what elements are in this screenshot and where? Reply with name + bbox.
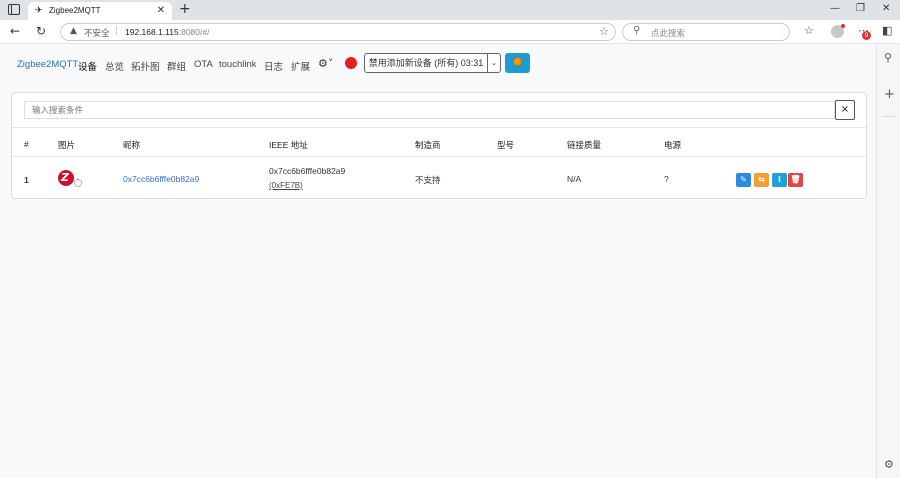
delete-device-button[interactable]: 🗑: [788, 173, 803, 187]
device-image-accent: [74, 179, 82, 187]
tab-actions-icon[interactable]: [8, 4, 20, 15]
network-address: (0xFE7B): [269, 181, 303, 190]
nav-touchlink[interactable]: touchlink: [219, 59, 257, 70]
new-tab-icon[interactable]: +: [179, 1, 191, 17]
target-icon: [513, 57, 522, 66]
brand-link[interactable]: Zigbee2MQTT: [17, 59, 78, 70]
header-divider: [12, 156, 866, 157]
nav-logs[interactable]: 日志: [264, 59, 283, 73]
app-navbar: Zigbee2MQTT 设备 总览 拓扑图 群组 OTA touchlink 日…: [0, 44, 876, 84]
browser-toolbar: ← ↻ ▲ 不安全 | 192.168.1.115:8080/#/ ☆ ⚲ 点此…: [0, 20, 900, 44]
warning-icon: ▲: [70, 26, 77, 36]
col-power[interactable]: 电源: [664, 139, 681, 151]
edit-device-button[interactable]: ✎: [736, 173, 751, 187]
address-bar[interactable]: ▲ 不安全 | 192.168.1.115:8080/#/ ☆: [60, 23, 616, 41]
close-tab-icon[interactable]: ✕: [157, 5, 165, 16]
permit-join-button[interactable]: 禁用添加新设备 (所有) 03:31: [364, 53, 488, 73]
restore-icon[interactable]: ❐: [856, 3, 865, 14]
permit-join-dropdown[interactable]: ⌄: [487, 53, 501, 73]
nav-map[interactable]: 拓扑图: [131, 59, 160, 73]
settings-gear-icon[interactable]: ⚙˅: [318, 57, 333, 70]
manufacturer-value: 不支持: [415, 175, 441, 185]
device-name-link[interactable]: 0x7cc6b6fffe0b82a9: [123, 174, 199, 184]
ieee-address: 0x7cc6b6fffe0b82a9: [269, 166, 346, 176]
minimize-icon[interactable]: —: [830, 3, 840, 14]
col-lqi[interactable]: 链接质量: [567, 139, 601, 151]
favorite-star-icon[interactable]: ☆: [599, 25, 609, 38]
nav-devices[interactable]: 设备: [78, 59, 97, 73]
col-image[interactable]: 图片: [58, 139, 75, 151]
reconfigure-button[interactable]: ⇆: [754, 173, 769, 187]
nav-dashboard[interactable]: 总览: [105, 59, 124, 73]
connection-status-indicator: [345, 57, 357, 69]
device-filter-field[interactable]: [24, 101, 835, 119]
rail-search-icon[interactable]: ⚲: [884, 51, 892, 64]
clear-filter-button[interactable]: ×: [835, 100, 855, 120]
search-box[interactable]: ⚲ 点此搜索: [622, 23, 790, 41]
profile-avatar[interactable]: [831, 24, 845, 38]
search-icon: ⚲: [633, 25, 641, 36]
url-text: 192.168.1.115:8080/#/: [125, 27, 210, 37]
col-index[interactable]: #: [24, 139, 29, 149]
tab-title: Zigbee2MQTT: [49, 6, 101, 15]
row-index: 1: [24, 175, 29, 185]
device-filter-input[interactable]: [25, 102, 834, 118]
divider: [12, 127, 866, 128]
refresh-icon[interactable]: ↻: [36, 24, 46, 38]
nav-ota[interactable]: OTA: [194, 59, 213, 70]
url-separator: |: [115, 26, 119, 36]
nav-groups[interactable]: 群组: [167, 59, 186, 73]
rail-add-icon[interactable]: +: [884, 87, 895, 102]
browser-tab[interactable]: ✈ Zigbee2MQTT ✕: [28, 2, 172, 20]
permit-join-target-button[interactable]: [505, 53, 530, 73]
col-ieee[interactable]: IEEE 地址: [269, 139, 308, 151]
col-manufacturer[interactable]: 制造商: [415, 139, 441, 151]
insecure-label: 不安全: [84, 28, 110, 38]
close-window-icon[interactable]: ✕: [882, 3, 890, 14]
search-placeholder: 点此搜索: [651, 28, 686, 38]
col-friendly-name[interactable]: 昵称: [123, 139, 140, 151]
col-model[interactable]: 型号: [497, 139, 514, 151]
zigbee-device-image: Z: [58, 170, 74, 186]
devices-card: × # 图片 昵称 IEEE 地址 制造商 型号 链接质量 电源 1 Z 0x7…: [11, 92, 867, 199]
zigbee-favicon-icon: ✈: [35, 6, 43, 16]
device-info-button[interactable]: i: [772, 173, 787, 187]
browser-tab-bar: ✈ Zigbee2MQTT ✕ + — ❐ ✕: [0, 0, 900, 20]
sidebar-toggle-icon[interactable]: ◧: [882, 24, 892, 37]
lqi-value: N/A: [567, 174, 582, 184]
back-icon[interactable]: ←: [10, 24, 20, 38]
power-value: ?: [664, 174, 669, 184]
nav-extensions[interactable]: 扩展: [291, 59, 310, 73]
rail-settings-icon[interactable]: ⚙: [884, 458, 894, 471]
favorites-icon[interactable]: ☆: [804, 24, 814, 37]
rail-divider: [882, 116, 896, 117]
notification-badge: 9: [862, 31, 871, 40]
browser-side-rail: ⚲ + ⚙: [876, 44, 900, 478]
